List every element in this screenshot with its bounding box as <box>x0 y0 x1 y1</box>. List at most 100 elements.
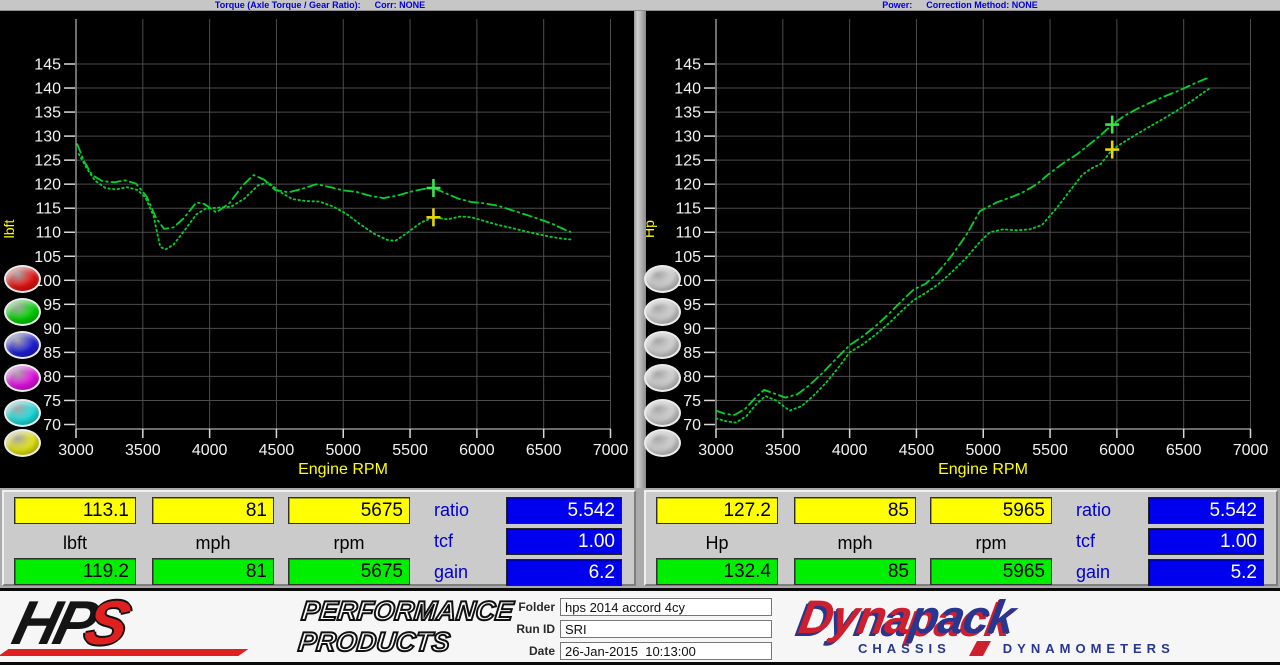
power-run-slot-button-4[interactable] <box>644 364 681 392</box>
svg-text:75: 75 <box>683 393 701 410</box>
svg-text:3000: 3000 <box>58 442 94 459</box>
svg-text:140: 140 <box>674 81 701 98</box>
live-speed-value: 81 <box>152 558 274 585</box>
live-power-value: 132.4 <box>656 558 778 585</box>
svg-text:5500: 5500 <box>392 442 428 459</box>
svg-text:90: 90 <box>43 321 61 338</box>
power-run-slot-button-1[interactable] <box>644 265 681 293</box>
dynapack-slash-icon <box>969 641 991 656</box>
torque-chart-plot[interactable]: 7075808590951001051101151201251301351401… <box>0 11 640 490</box>
torque-run-color-button-5[interactable] <box>4 399 41 427</box>
svg-text:lbft: lbft <box>1 220 17 239</box>
speed-unit-label: mph <box>794 532 916 554</box>
svg-text:110: 110 <box>675 225 701 242</box>
torque-run-color-button-2[interactable] <box>4 298 41 326</box>
svg-text:90: 90 <box>683 321 701 338</box>
svg-text:5000: 5000 <box>965 442 1001 459</box>
live-speed-value: 85 <box>794 558 916 585</box>
hps-logo: HPS <box>6 593 297 659</box>
dynapack-logo: Dynapack CHASSISDYNAMOMETERS <box>800 592 1260 662</box>
svg-text:6500: 6500 <box>526 442 562 459</box>
svg-text:3500: 3500 <box>765 442 801 459</box>
svg-text:125: 125 <box>674 153 701 170</box>
torque-run-color-button-1[interactable] <box>4 265 41 293</box>
svg-text:4000: 4000 <box>192 442 228 459</box>
torque-chart-title: Torque (Axle Torque / Gear Ratio): Corr:… <box>0 0 640 10</box>
tcf-value: 1.00 <box>506 528 622 555</box>
svg-text:105: 105 <box>674 249 701 266</box>
svg-text:85: 85 <box>43 345 61 362</box>
svg-text:75: 75 <box>43 393 61 410</box>
svg-text:5000: 5000 <box>325 442 361 459</box>
svg-text:6500: 6500 <box>1166 442 1202 459</box>
dynapack-chassis-text: CHASSIS <box>858 641 951 656</box>
svg-text:85: 85 <box>683 345 701 362</box>
rpm-unit-label: rpm <box>930 532 1052 554</box>
ratio-label: ratio <box>1076 500 1140 521</box>
hps-performance-products-text: PERFORMANCE PRODUCTS <box>297 596 515 658</box>
torque-run-color-button-4[interactable] <box>4 364 41 392</box>
tcf-label: tcf <box>434 531 498 552</box>
svg-text:125: 125 <box>34 153 61 170</box>
power-title-text: Power: <box>882 0 912 10</box>
svg-text:95: 95 <box>43 297 61 314</box>
live-torque-value: 119.2 <box>14 558 136 585</box>
svg-text:4500: 4500 <box>899 442 935 459</box>
power-run-slot-button-2[interactable] <box>644 298 681 326</box>
svg-text:115: 115 <box>35 201 61 218</box>
svg-text:135: 135 <box>34 105 61 122</box>
footer-bar: HPS PERFORMANCE PRODUCTS Folder hps 2014… <box>0 588 1280 665</box>
torque-readout-panel: 113.1 81 5675 lbft mph rpm 119.2 81 5675… <box>2 490 636 586</box>
power-correction-text: Correction Method: NONE <box>926 0 1038 10</box>
svg-text:3500: 3500 <box>125 442 161 459</box>
power-readout-panel: 127.2 85 5965 Hp mph rpm 132.4 85 5965 r… <box>644 490 1278 586</box>
tcf-label: tcf <box>1076 531 1140 552</box>
torque-run-color-button-3[interactable] <box>4 331 41 359</box>
svg-text:130: 130 <box>674 129 701 146</box>
svg-text:110: 110 <box>35 225 61 242</box>
svg-text:135: 135 <box>674 105 701 122</box>
gain-label: gain <box>434 562 498 583</box>
runid-field-input[interactable]: SRI <box>560 620 772 638</box>
torque-correction-text: Corr: NONE <box>375 0 426 10</box>
cursor-rpm-value: 5965 <box>930 497 1052 524</box>
torque-run-color-button-6[interactable] <box>4 429 41 457</box>
date-field-label: Date <box>505 644 555 658</box>
ratio-value: 5.542 <box>506 497 622 524</box>
svg-text:3000: 3000 <box>698 442 734 459</box>
svg-text:120: 120 <box>34 177 61 194</box>
dynapack-logo-pack: pack <box>906 590 1018 643</box>
gain-label: gain <box>1076 562 1140 583</box>
power-chart-plot[interactable]: 7075808590951001051101151201251301351401… <box>640 11 1280 490</box>
svg-text:6000: 6000 <box>1099 442 1135 459</box>
svg-text:5500: 5500 <box>1032 442 1068 459</box>
cursor-torque-value: 113.1 <box>14 497 136 524</box>
folder-field-input[interactable]: hps 2014 accord 4cy <box>560 598 772 616</box>
date-field-input[interactable]: 26-Jan-2015 10:13:00 <box>560 642 772 660</box>
power-run-slot-button-6[interactable] <box>644 429 681 457</box>
svg-text:145: 145 <box>34 57 61 74</box>
dynapack-logo-subtitle: CHASSISDYNAMOMETERS <box>858 641 1175 656</box>
svg-text:130: 130 <box>34 129 61 146</box>
svg-text:80: 80 <box>43 369 61 386</box>
hps-text-line2: PRODUCTS <box>297 627 512 658</box>
svg-text:7000: 7000 <box>593 442 629 459</box>
power-run-slot-button-3[interactable] <box>644 331 681 359</box>
power-run-slot-button-5[interactable] <box>644 399 681 427</box>
hps-logo-underline <box>0 649 248 656</box>
svg-text:145: 145 <box>674 57 701 74</box>
tcf-value: 1.00 <box>1148 528 1264 555</box>
power-unit-label: Hp <box>656 532 778 554</box>
svg-text:105: 105 <box>34 249 61 266</box>
torque-title-text: Torque (Axle Torque / Gear Ratio): <box>215 0 361 10</box>
dyno-software-window: Torque (Axle Torque / Gear Ratio): Corr:… <box>0 0 1280 665</box>
chart-title-strip: Torque (Axle Torque / Gear Ratio): Corr:… <box>0 0 1280 11</box>
ratio-value: 5.542 <box>1148 497 1264 524</box>
rpm-unit-label: rpm <box>288 532 410 554</box>
svg-text:6000: 6000 <box>459 442 495 459</box>
svg-text:140: 140 <box>34 81 61 98</box>
chart-divider <box>634 11 646 490</box>
folder-field-label: Folder <box>505 600 555 614</box>
live-rpm-value: 5965 <box>930 558 1052 585</box>
speed-unit-label: mph <box>152 532 274 554</box>
